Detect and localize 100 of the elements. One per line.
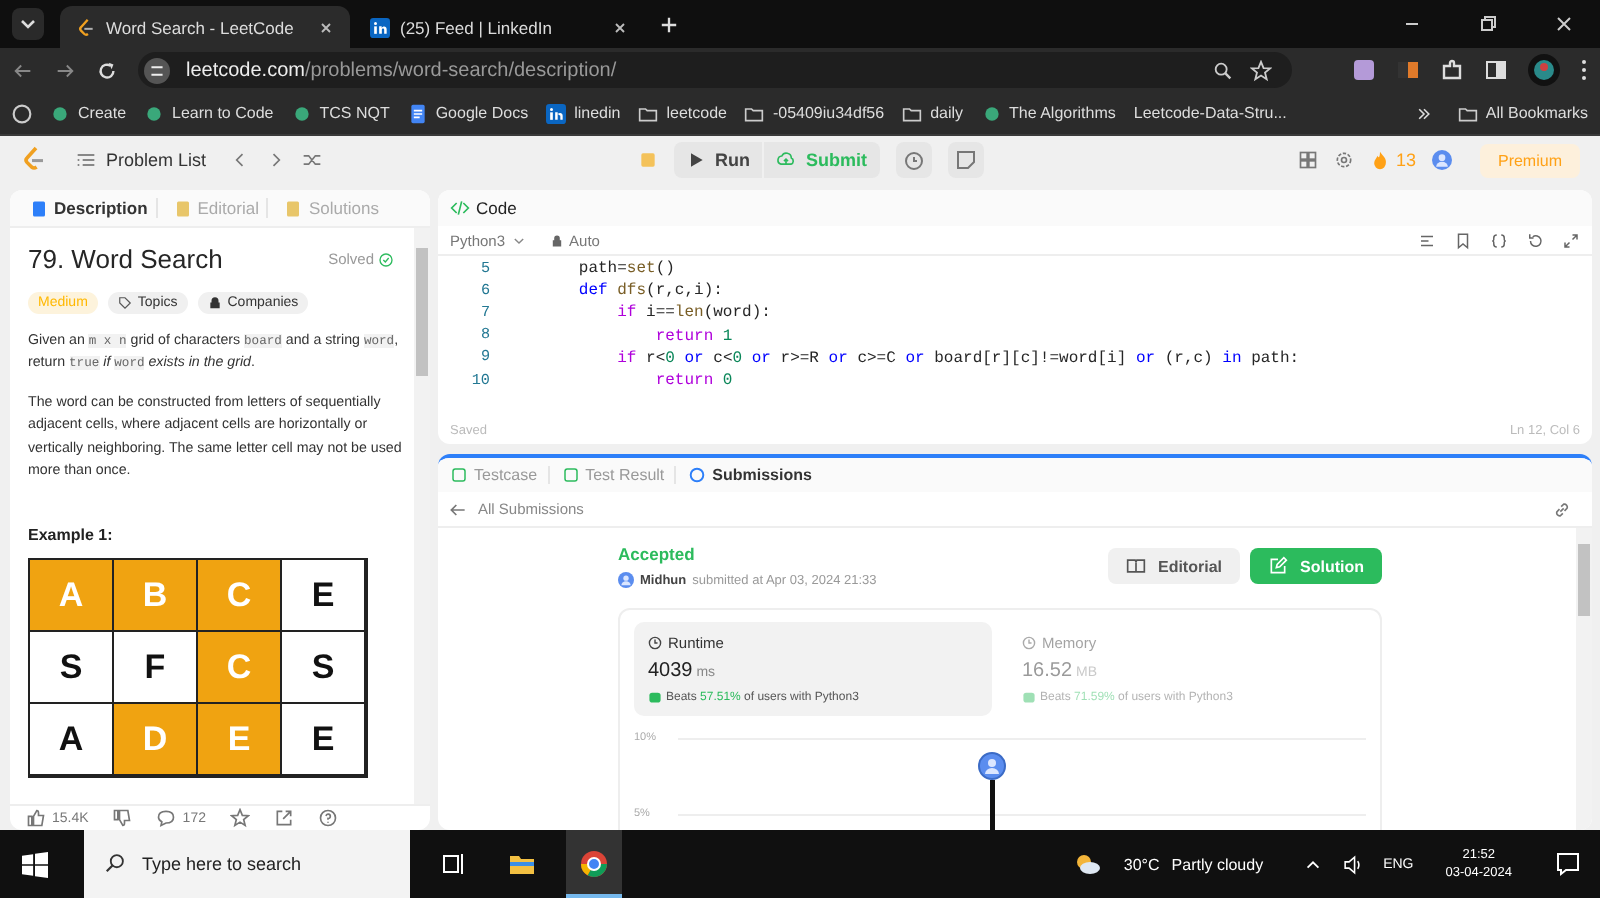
bookmark-link[interactable]: The Algorithms xyxy=(981,103,1116,124)
link-icon[interactable] xyxy=(1552,499,1572,519)
forward-arrow-icon[interactable] xyxy=(54,59,76,82)
tab-search-icon[interactable] xyxy=(12,8,44,40)
user-avatar-icon xyxy=(618,572,634,588)
reload-icon[interactable] xyxy=(96,59,118,82)
panel-tab[interactable]: Description xyxy=(22,198,158,218)
editorial-button[interactable]: Editorial xyxy=(1107,548,1240,584)
board-cell: E xyxy=(198,704,282,777)
speaker-icon[interactable] xyxy=(1341,853,1364,875)
check-circle-icon xyxy=(378,251,394,267)
code-line: if r<0 or c<0 or r>=R or c>=C or board[r][c]!=word[i] or (r,c) in path: xyxy=(615,349,1300,368)
help-icon[interactable] xyxy=(317,808,338,828)
profile-avatar-icon[interactable] xyxy=(1528,54,1560,87)
bookmark-link[interactable]: Google Docs xyxy=(407,103,529,124)
code-line: path=set() xyxy=(576,260,675,279)
zoom-icon[interactable] xyxy=(1212,59,1234,82)
verdict-label: Accepted xyxy=(618,544,697,564)
menu-icon[interactable] xyxy=(1580,58,1588,83)
star-icon[interactable] xyxy=(1250,59,1272,82)
star-icon[interactable] xyxy=(229,808,250,828)
scrollbar[interactable] xyxy=(414,228,430,804)
side-panel-icon[interactable] xyxy=(1484,58,1508,83)
share-icon[interactable] xyxy=(273,808,294,828)
temperature-label[interactable]: 30°C xyxy=(1123,855,1160,873)
board-cell: E xyxy=(282,560,366,633)
tag-icon xyxy=(117,296,132,310)
puzzle-icon[interactable] xyxy=(1440,58,1464,83)
bookmark-icon[interactable] xyxy=(1454,231,1472,249)
bookmark-link[interactable]: daily xyxy=(902,103,964,124)
folder-icon xyxy=(744,103,765,124)
bookmark-link[interactable]: TCS NQT xyxy=(291,103,390,124)
more-bookmarks-icon[interactable] xyxy=(1415,105,1432,122)
browser-tab[interactable]: Word Search - LeetCode xyxy=(60,6,350,48)
board-cell: F xyxy=(114,632,198,705)
document-icon xyxy=(173,199,192,217)
site-settings-icon[interactable] xyxy=(144,57,170,84)
back-arrow-icon[interactable] xyxy=(12,59,34,82)
document-icon xyxy=(284,199,303,217)
chrome-icon[interactable] xyxy=(566,830,622,898)
code-line: def dfs(r,c,i): xyxy=(576,282,723,301)
board-cell: A xyxy=(30,560,114,633)
problem-list-link[interactable]: Problem List xyxy=(76,150,207,171)
address-field[interactable]: leetcode.com/problems/word-search/description/ xyxy=(138,52,1292,89)
format-icon[interactable] xyxy=(1418,231,1436,249)
start-icon[interactable] xyxy=(22,851,48,877)
braces-icon[interactable] xyxy=(1490,231,1508,249)
code-line: return 0 xyxy=(653,372,733,391)
user-avatar-icon[interactable] xyxy=(1431,150,1452,171)
site-icon xyxy=(50,103,70,124)
board-cell: S xyxy=(282,632,366,705)
settings-icon[interactable] xyxy=(1333,150,1354,171)
run-button[interactable]: Run xyxy=(673,142,762,179)
new-tab-icon[interactable] xyxy=(660,15,678,33)
browser-tab[interactable]: (25) Feed | LinkedIn xyxy=(354,6,644,48)
close-tab-icon[interactable] xyxy=(318,19,334,35)
bookmark-link[interactable]: -05409iu34df56 xyxy=(744,103,885,124)
document-icon xyxy=(30,199,48,217)
scrollbar[interactable] xyxy=(1576,528,1592,830)
lock-icon xyxy=(549,233,564,247)
bookmark-link[interactable]: Create xyxy=(50,103,127,124)
folder-icon[interactable] xyxy=(508,850,536,878)
code-line: if i==len(word): xyxy=(615,304,771,323)
shuffle-icon[interactable] xyxy=(302,150,323,171)
all-bookmarks-link[interactable]: All Bookmarks xyxy=(1457,103,1588,124)
site-icon xyxy=(981,103,1002,124)
notification-icon[interactable] xyxy=(1554,850,1582,878)
bookmark-link[interactable]: leetcode xyxy=(638,103,727,124)
bookmark-link[interactable]: Leetcode-Data-Stru... xyxy=(1133,104,1287,123)
taskbar-search-field[interactable]: Type here to search xyxy=(84,830,410,898)
thumbs-down-icon[interactable] xyxy=(112,808,133,828)
play-icon xyxy=(685,150,705,171)
note-icon[interactable] xyxy=(947,142,983,179)
panel-tab[interactable]: Submissions xyxy=(688,466,822,484)
bookmark-link[interactable]: linedin xyxy=(546,103,621,124)
comment-icon xyxy=(156,808,177,828)
layout-icon[interactable] xyxy=(1297,150,1318,171)
bookmark-link[interactable]: Learn to Code xyxy=(144,103,274,124)
clock-icon xyxy=(648,636,662,650)
weather-label[interactable]: Partly cloudy xyxy=(1171,855,1264,873)
expand-icon[interactable] xyxy=(1562,231,1580,249)
list-icon xyxy=(76,150,96,171)
alarm-clock-icon[interactable] xyxy=(895,142,931,179)
linkedin-logo-icon xyxy=(370,17,390,37)
chevron-down-icon xyxy=(511,233,526,247)
document-icon xyxy=(407,103,428,124)
back-arrow-icon xyxy=(448,499,468,519)
code-icon xyxy=(450,198,470,218)
close-tab-icon[interactable] xyxy=(612,19,628,35)
weather-icon[interactable] xyxy=(1073,850,1102,878)
square-icon xyxy=(561,466,580,484)
linkedin-logo-icon xyxy=(546,103,567,124)
edit-icon xyxy=(1268,556,1288,576)
task-view-icon[interactable] xyxy=(440,850,468,878)
folder-icon xyxy=(902,103,923,124)
site-icon xyxy=(291,103,312,124)
board-cell: E xyxy=(282,704,366,777)
reset-icon[interactable] xyxy=(1526,231,1544,249)
site-icon xyxy=(144,103,165,124)
book-icon xyxy=(1125,556,1146,576)
